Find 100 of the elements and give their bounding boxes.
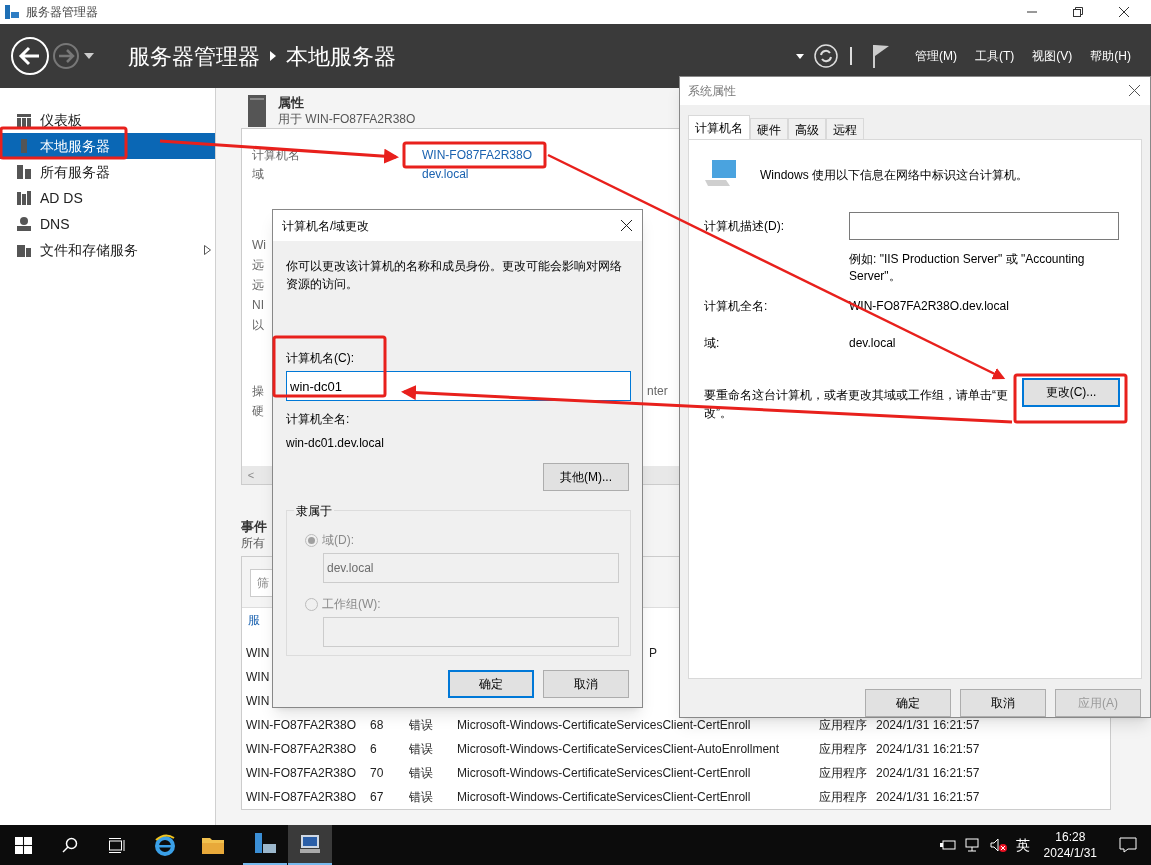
refresh-icon[interactable] [814,44,838,68]
property-label: 远 [252,277,264,294]
table-cell-text: 70 [370,765,385,782]
notification-icon[interactable] [1119,837,1137,853]
sidebar-item[interactable]: 文件和存储服务 [0,237,215,263]
table-cell-text: 67 [370,789,385,806]
intro-text: Windows 使用以下信息在网络中标识这台计算机。 [760,166,1028,184]
table-cell-text: 2024/1/31 16:21:57 [876,717,981,734]
field-label: 计算机全名: [286,411,350,428]
server-icon [248,95,266,127]
table-cell-text: 应用程序 [819,741,868,758]
group-title: 隶属于 [294,502,334,520]
computer-name-field[interactable]: win-dc01 [286,371,631,401]
property-label: Wi [252,237,266,254]
menu-item[interactable]: 管理(M) [915,47,957,65]
change-button[interactable]: 更改(C)... [1022,377,1120,407]
table-cell-text: 应用程序 [819,789,868,806]
menu-item[interactable]: 工具(T) [975,47,1015,65]
power-icon[interactable] [939,839,956,851]
tab[interactable]: 硬件 [750,117,788,139]
table-cell-text: 错误 [409,765,434,782]
sidebar-item[interactable]: AD DS [0,185,215,211]
server-icon [16,190,32,206]
field-label: 计算机描述(D): [704,217,785,235]
dropdown-icon[interactable] [796,53,804,59]
table-cell-text: WIN-FO87FA2R38O [246,789,358,806]
field-label: 计算机全名: [704,297,769,315]
property-label: 操 [252,383,264,400]
table-cell-text: 错误 [409,789,434,806]
tab[interactable]: 计算机名 [688,114,750,139]
property-link[interactable]: dev.local [422,165,469,184]
close-icon[interactable] [621,220,632,231]
flag-icon[interactable] [872,44,890,68]
expand-icon[interactable] [204,245,211,255]
server-manager-icon [253,832,277,856]
folder-icon[interactable] [202,836,224,854]
network-icon[interactable] [964,838,981,852]
breadcrumb-item[interactable]: 服务器管理器 [128,39,260,73]
sidebar-item[interactable]: 本地服务器 [0,133,215,159]
table-cell-text: 68 [370,717,385,734]
table-cell-text: 错误 [409,717,434,734]
clock[interactable]: 16:28 2024/1/31 [1043,829,1097,861]
tab[interactable]: 高级 [788,117,826,139]
intro-text: 你可以更改该计算机的名称和成员身份。更改可能会影响对网络资源的访问。 [286,258,623,293]
property-label: 远 [252,257,264,274]
sidebar-item[interactable]: DNS [0,211,215,237]
dialog-title: 计算机名/域更改 [282,217,371,235]
event-row[interactable]: WIN-FO87FA2R38O 67 错误 Microsoft-Windows-CertificateServicesClient-CertEnroll 应用程序 2024/1/31 16:21:57 [242,785,1110,809]
dialog-button[interactable]: 确定 [865,689,951,717]
more-button[interactable]: 其他(M)... [543,463,629,491]
table-cell-text: 2024/1/31 16:21:57 [876,765,981,782]
section-title: 事件 [241,519,267,535]
field-label: 计算机名(C): [286,350,354,367]
dropdown-icon[interactable] [84,53,94,59]
table-cell-text: 应用程序 [819,717,868,734]
dialog-button[interactable]: 取消 [960,689,1046,717]
table-cell-text: 错误 [409,741,434,758]
table-cell-text: WIN [246,645,271,662]
event-row[interactable]: WIN-FO87FA2R38O 6 错误 Microsoft-Windows-CertificateServicesClient-AutoEnrollment 应用程序 2024/1/31 16:21:57 [242,737,1110,761]
dialog-button[interactable]: 确定 [448,670,534,698]
group-header[interactable]: 服 [248,611,260,629]
tab[interactable]: 远程 [826,117,864,139]
app-icon [4,4,20,20]
table-cell-text: 2024/1/31 16:21:57 [876,741,981,758]
section-subtitle: 用于 WIN-FO87FA2R38O [278,111,416,127]
menu-item[interactable]: 视图(V) [1032,47,1073,65]
table-cell-text: 应用程序 [819,765,868,782]
browser-icon[interactable] [154,834,176,856]
sidebar-item[interactable]: 仪表板 [0,107,215,133]
table-cell-text: WIN-FO87FA2R38O [246,765,358,782]
ime-indicator[interactable]: 英 [1015,834,1030,856]
full-name-text: win-dc01.dev.local [286,435,384,452]
taskbar-app[interactable] [288,825,332,865]
breadcrumb-separator-icon [270,51,276,61]
back-icon[interactable] [10,36,50,76]
server-icon [16,164,32,180]
event-row[interactable]: WIN-FO87FA2R38O 70 错误 Microsoft-Windows-CertificateServicesClient-CertEnroll 应用程序 2024/1/31 16:21:57 [242,761,1110,785]
task-view-icon[interactable] [109,837,126,853]
computer-icon [298,834,322,854]
table-cell-text: Microsoft-Windows-CertificateServicesClient-CertEnroll [457,717,752,734]
table-cell-text: WIN-FO87FA2R38O [246,717,358,734]
table-cell-text: P [649,645,657,662]
window-title: 服务器管理器 [26,4,98,21]
radio-label: 工作组(W): [322,596,381,613]
property-link[interactable]: WIN-FO87FA2R38O [422,146,533,165]
table-cell-text: Microsoft-Windows-CertificateServicesClient-AutoEnrollment [457,741,781,758]
sidebar-item[interactable]: 所有服务器 [0,159,215,185]
table-cell-text: Microsoft-Windows-CertificateServicesClient-CertEnroll [457,789,752,806]
close-icon[interactable] [1129,85,1140,97]
description-field[interactable] [849,211,1119,240]
radio-label: 域(D): [322,532,354,549]
start-icon[interactable] [15,836,32,854]
table-cell-text: WIN [246,669,271,686]
search-icon[interactable] [62,837,78,853]
volume-muted-icon[interactable] [989,838,1008,852]
breadcrumb-item[interactable]: 本地服务器 [286,39,396,73]
section-title: 属性 [278,95,305,111]
dialog-button[interactable]: 取消 [543,670,629,698]
menu-item[interactable]: 帮助(H) [1090,47,1131,65]
property-label: 以 [252,317,264,334]
